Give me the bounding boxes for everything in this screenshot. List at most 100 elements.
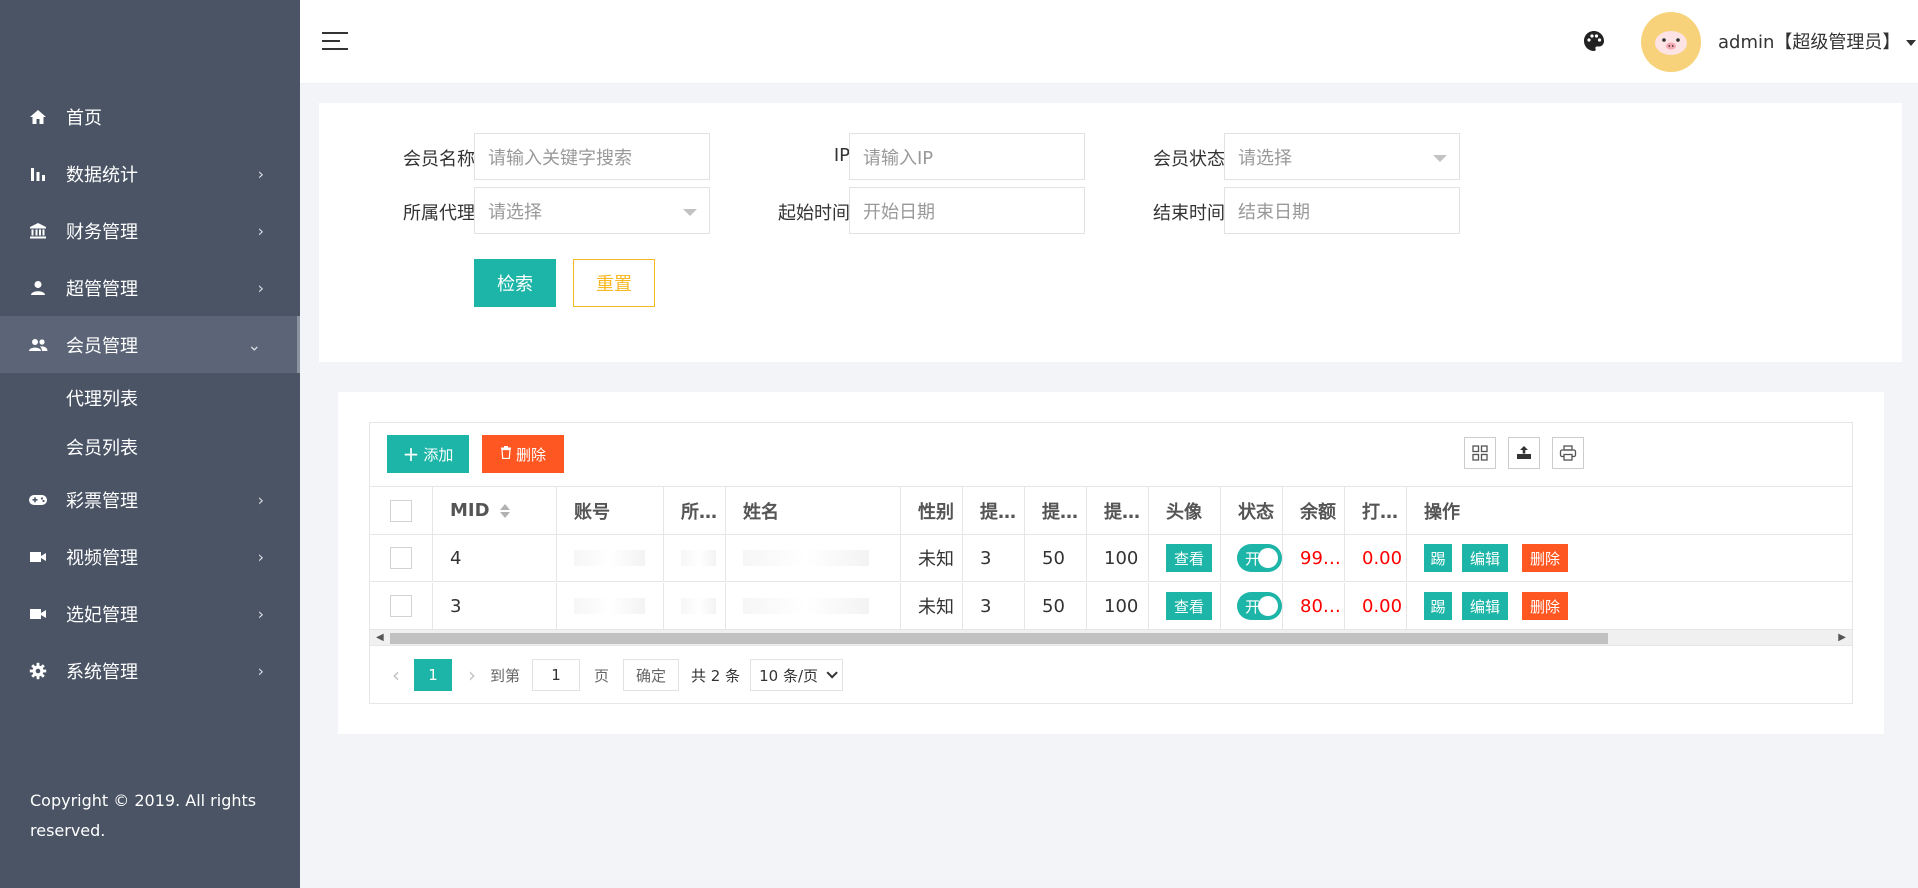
col-avatar: 头像 bbox=[1149, 487, 1221, 534]
add-button-label: 添加 bbox=[423, 445, 454, 464]
bank-icon bbox=[28, 221, 48, 241]
horizontal-scrollbar[interactable]: ◀ ▶ bbox=[370, 630, 1852, 646]
sidebar-item-lottery[interactable]: 彩票管理 › bbox=[0, 471, 300, 528]
member-name-label: 会员名称 bbox=[403, 149, 475, 170]
sidebar-item-admin[interactable]: 超管管理 › bbox=[0, 259, 300, 316]
status-toggle[interactable]: 开启 bbox=[1237, 592, 1282, 620]
chevron-right-icon: › bbox=[257, 164, 264, 183]
cell-name bbox=[726, 535, 901, 581]
sidebar-subitem-member-list[interactable]: 会员列表 bbox=[0, 422, 300, 471]
member-name-input[interactable]: 请输入关键字搜索 bbox=[474, 133, 710, 180]
ip-label: IP bbox=[833, 145, 850, 166]
sidebar-menu: 首页 数据统计 › 财务管理 › 超管管理 › 会员管理 ⌄ 代理列表 会员列表… bbox=[0, 88, 300, 699]
cell-c1: 3 bbox=[963, 583, 1025, 629]
sidebar-subitem-agent-list[interactable]: 代理列表 bbox=[0, 373, 300, 422]
agent-select[interactable]: 请选择 bbox=[474, 187, 710, 234]
cell-c2: 50 bbox=[1025, 535, 1087, 581]
columns-icon[interactable] bbox=[1464, 437, 1496, 469]
cell-c4: 0.00 bbox=[1345, 583, 1407, 629]
chevron-right-icon: › bbox=[257, 490, 264, 509]
avatar[interactable] bbox=[1641, 12, 1701, 72]
pagination: ‹ 1 › 到第 1 页 确定 共 2 条 10 条/页 bbox=[370, 647, 1852, 703]
table-row: 4 未知 3 50 100 查看 开启 99… 0.00 踢 编辑 删除 bbox=[370, 535, 1852, 582]
users-icon bbox=[28, 335, 48, 355]
video-icon bbox=[28, 547, 48, 567]
goto-page-input[interactable]: 1 bbox=[532, 659, 581, 691]
status-toggle[interactable]: 开启 bbox=[1237, 544, 1282, 572]
member-status-select[interactable]: 请选择 bbox=[1224, 133, 1460, 180]
plus-icon: + bbox=[402, 442, 420, 466]
member-table: + 添加 删除 MID 账号 所… 姓名 性别 提… 提… 提… 头像 状态 余… bbox=[369, 422, 1853, 704]
scroll-right-icon[interactable]: ▶ bbox=[1838, 632, 1846, 643]
copyright-text: Copyright © 2019. All rights reserved. bbox=[30, 791, 257, 840]
delete-row-button[interactable]: 删除 bbox=[1522, 592, 1568, 620]
cell-avatar: 查看 bbox=[1149, 535, 1221, 581]
add-button[interactable]: + 添加 bbox=[387, 435, 469, 473]
menu-toggle-icon[interactable] bbox=[322, 32, 348, 52]
print-icon[interactable] bbox=[1552, 437, 1584, 469]
export-icon[interactable] bbox=[1508, 437, 1540, 469]
user-menu[interactable]: admin【超级管理员】 bbox=[1718, 28, 1917, 54]
row-select-cell bbox=[370, 535, 433, 581]
cell-status: 开启 bbox=[1221, 583, 1283, 629]
chevron-right-icon: › bbox=[257, 547, 264, 566]
dropdown-arrow-icon bbox=[683, 209, 697, 216]
delete-row-button[interactable]: 删除 bbox=[1522, 544, 1568, 572]
sidebar-item-members[interactable]: 会员管理 ⌄ bbox=[0, 316, 300, 373]
col-c2: 提… bbox=[1025, 487, 1087, 534]
bar-chart-icon bbox=[28, 164, 48, 184]
trash-icon bbox=[500, 445, 512, 463]
cell-agent bbox=[664, 535, 726, 581]
search-button[interactable]: 检索 bbox=[474, 259, 556, 307]
col-c4: 打… bbox=[1345, 487, 1407, 534]
kick-button[interactable]: 踢 bbox=[1424, 592, 1452, 620]
goto-label: 到第 bbox=[490, 666, 521, 685]
ip-input[interactable]: 请输入IP bbox=[849, 133, 1085, 180]
sidebar-item-video[interactable]: 视频管理 › bbox=[0, 528, 300, 585]
cell-c1: 3 bbox=[963, 535, 1025, 581]
scroll-left-icon[interactable]: ◀ bbox=[376, 632, 384, 643]
sort-icon[interactable] bbox=[499, 503, 510, 518]
edit-button[interactable]: 编辑 bbox=[1462, 544, 1508, 572]
end-date-input[interactable]: 结束日期 bbox=[1224, 187, 1460, 234]
member-status-label: 会员状态 bbox=[1153, 149, 1225, 170]
start-date-input[interactable]: 开始日期 bbox=[849, 187, 1085, 234]
delete-button[interactable]: 删除 bbox=[482, 435, 564, 473]
chevron-down-icon bbox=[826, 667, 838, 679]
sidebar-item-home[interactable]: 首页 bbox=[0, 88, 300, 145]
sidebar-item-finance[interactable]: 财务管理 › bbox=[0, 202, 300, 259]
sidebar-item-statistics[interactable]: 数据统计 › bbox=[0, 145, 300, 202]
edit-button[interactable]: 编辑 bbox=[1462, 592, 1508, 620]
user-name: admin【超级管理员】 bbox=[1718, 32, 1901, 53]
kick-button[interactable]: 踢 bbox=[1424, 544, 1452, 572]
total-count: 共 2 条 bbox=[691, 666, 741, 685]
row-checkbox[interactable] bbox=[390, 595, 412, 617]
next-page-icon[interactable]: › bbox=[468, 663, 476, 687]
col-ops: 操作 bbox=[1424, 501, 1460, 523]
row-select-cell bbox=[370, 583, 433, 629]
palette-icon[interactable] bbox=[1582, 29, 1606, 53]
sidebar-item-system[interactable]: 系统管理 › bbox=[0, 642, 300, 699]
sidebar-item-selection[interactable]: 选妃管理 › bbox=[0, 585, 300, 642]
table-panel: + 添加 删除 MID 账号 所… 姓名 性别 提… 提… 提… 头像 状态 余… bbox=[338, 392, 1884, 734]
cell-c3: 100 bbox=[1087, 583, 1149, 629]
sidebar-item-label: 数据统计 bbox=[66, 164, 138, 186]
table-header: MID 账号 所… 姓名 性别 提… 提… 提… 头像 状态 余额 打… 操作 bbox=[370, 487, 1852, 535]
view-avatar-button[interactable]: 查看 bbox=[1166, 544, 1212, 572]
gamepad-icon bbox=[28, 490, 48, 510]
goto-confirm-button[interactable]: 确定 bbox=[623, 659, 680, 691]
select-all-checkbox[interactable] bbox=[390, 499, 412, 522]
sidebar-item-label: 选妃管理 bbox=[66, 604, 138, 626]
col-mid[interactable]: MID bbox=[433, 487, 557, 534]
page-size-value: 10 条/页 bbox=[759, 666, 819, 685]
reset-button[interactable]: 重置 bbox=[573, 259, 655, 307]
view-avatar-button[interactable]: 查看 bbox=[1166, 592, 1212, 620]
scrollbar-thumb[interactable] bbox=[390, 633, 1608, 644]
col-name: 姓名 bbox=[726, 487, 901, 534]
page-number-current[interactable]: 1 bbox=[414, 659, 452, 691]
prev-page-icon[interactable]: ‹ bbox=[392, 663, 400, 687]
search-panel: 会员名称 请输入关键字搜索 IP 请输入IP 会员状态 请选择 所属代理 请选择… bbox=[319, 103, 1902, 362]
page-size-select[interactable]: 10 条/页 bbox=[750, 659, 844, 691]
cell-balance: 80… bbox=[1283, 583, 1345, 629]
row-checkbox[interactable] bbox=[390, 547, 412, 569]
